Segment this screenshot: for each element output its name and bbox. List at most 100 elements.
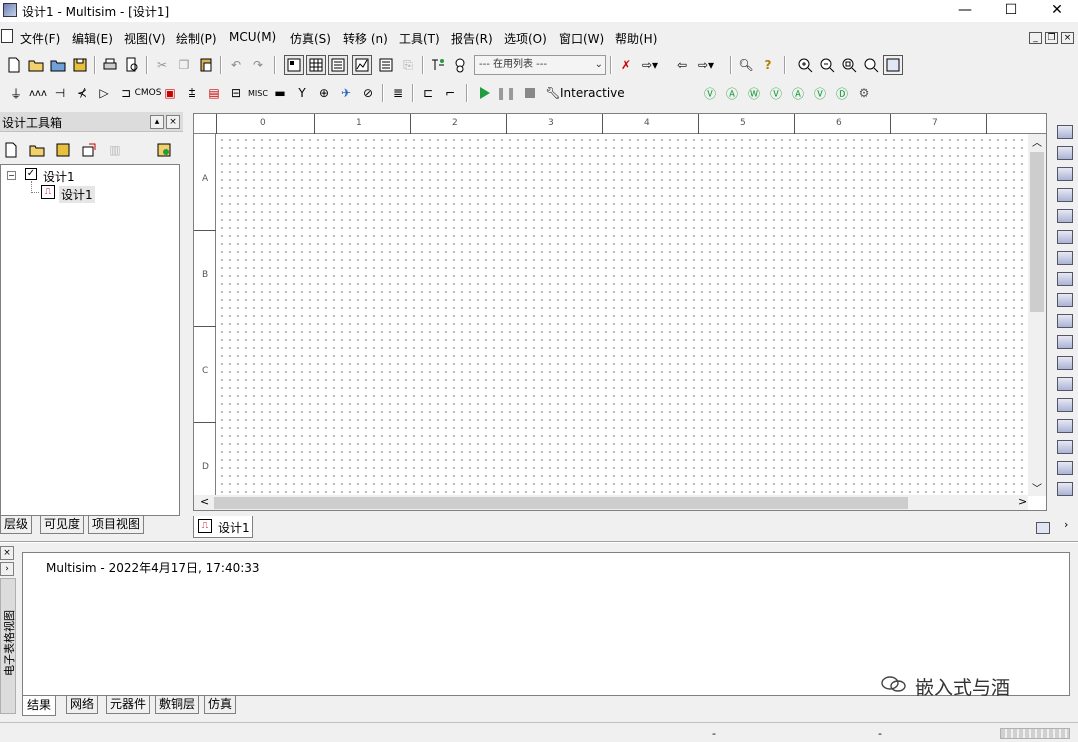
full-screen-icon[interactable] — [883, 55, 903, 75]
instrument-multimeter-icon[interactable] — [1057, 125, 1073, 139]
maximize-button[interactable]: ☐ — [988, 0, 1034, 22]
back-annotate-icon[interactable]: ✗ — [616, 55, 636, 75]
scroll-up-icon[interactable]: ︿ — [1032, 134, 1042, 149]
menu-mcu[interactable]: MCU(M) — [229, 30, 276, 44]
place-misc-icon[interactable]: MISC — [248, 83, 268, 103]
menu-simulate[interactable]: 仿真(S) — [290, 30, 331, 47]
place-diode-icon[interactable]: ⊣ — [50, 83, 70, 103]
menu-place[interactable]: 绘制(P) — [176, 30, 217, 47]
tab-simulation[interactable]: 仿真 — [204, 696, 237, 714]
place-bus-icon[interactable]: ⌐ — [440, 83, 460, 103]
copy-icon[interactable]: ❐ — [174, 55, 194, 75]
place-mixed-icon[interactable]: ⩲ — [182, 83, 202, 103]
spreadsheet-close-icon[interactable]: × — [0, 546, 14, 560]
grapher-icon[interactable] — [352, 55, 372, 75]
mdi-minimize-icon[interactable]: _ — [1029, 32, 1042, 44]
tab-nets[interactable]: 网络 — [66, 696, 99, 714]
interactive-mode-label[interactable]: Interactive — [560, 86, 625, 100]
tab-visibility[interactable]: 可见度 — [40, 516, 85, 534]
transfer-back-icon[interactable]: ⇦ — [672, 55, 692, 75]
place-transistor-icon[interactable]: ⊀ — [72, 83, 92, 103]
place-misc-digital-icon[interactable]: ▣ — [160, 83, 180, 103]
pause-simulation-icon[interactable]: ❚❚ — [496, 83, 516, 103]
menu-transfer[interactable]: 转移 (n) — [343, 30, 388, 47]
place-cmos-icon[interactable]: CMOS — [135, 83, 162, 103]
instrument-logic-analyzer-icon[interactable] — [1057, 314, 1073, 328]
in-use-list-dropdown[interactable]: --- 在用列表 --- ⌄ — [474, 55, 606, 75]
menu-tools[interactable]: 工具(T) — [399, 30, 440, 47]
probe-reference-icon[interactable]: Ⓥ — [810, 83, 830, 103]
menu-edit[interactable]: 编辑(E) — [72, 30, 113, 47]
redo-icon[interactable]: ↷ — [248, 55, 268, 75]
export-design-icon[interactable] — [79, 140, 99, 160]
save-design-icon[interactable] — [53, 140, 73, 160]
find-icon[interactable]: 🔍︎ — [736, 55, 756, 75]
horizontal-scrollbar[interactable]: < > — [194, 495, 1028, 510]
spreadsheet-float-icon[interactable]: › — [0, 562, 14, 576]
probe-current-icon[interactable]: Ⓐ — [722, 83, 742, 103]
minimize-button[interactable]: — — [942, 0, 988, 22]
delete-design-icon[interactable]: ▥ — [105, 140, 125, 160]
instrument-word-generator-icon[interactable] — [1057, 272, 1073, 286]
instrument-agilent-multimeter-icon[interactable] — [1057, 440, 1073, 454]
cut-icon[interactable]: ✂ — [152, 55, 172, 75]
tab-hierarchy[interactable]: 层级 — [0, 516, 33, 534]
save-icon[interactable] — [70, 55, 90, 75]
place-mcu-icon[interactable]: ≣ — [388, 83, 408, 103]
instrument-function-generator-icon[interactable] — [1057, 146, 1073, 160]
place-basic-icon[interactable]: ʌʌʌ — [28, 83, 48, 103]
spreadsheet-view-icon[interactable] — [306, 55, 326, 75]
instrument-distortion-analyzer-icon[interactable] — [1057, 356, 1073, 370]
tab-components[interactable]: 元器件 — [106, 696, 151, 714]
place-power-icon[interactable]: ⊟ — [226, 83, 246, 103]
instrument-frequency-counter-icon[interactable] — [1057, 251, 1073, 265]
menu-reports[interactable]: 报告(R) — [451, 30, 493, 47]
probe-differential-voltage-icon[interactable]: Ⓥ — [766, 83, 786, 103]
place-analog-icon[interactable]: ▷ — [94, 83, 114, 103]
mdi-restore-icon[interactable]: ❐ — [1045, 32, 1058, 44]
place-rf-icon[interactable]: Y — [292, 83, 312, 103]
design-toolbox-toggle-icon[interactable] — [284, 55, 304, 75]
probe-voltage-current-icon[interactable]: Ⓐ — [788, 83, 808, 103]
instrument-bode-plotter-icon[interactable] — [1057, 230, 1073, 244]
probe-voltage-icon[interactable]: Ⓥ — [700, 83, 720, 103]
zoom-out-icon[interactable] — [817, 55, 837, 75]
doc-tab-design1[interactable]: ⎍ 设计1 — [193, 516, 253, 538]
scroll-right-icon[interactable]: > — [1018, 495, 1027, 508]
tab-results[interactable]: 结果 — [22, 696, 57, 716]
zoom-area-icon[interactable] — [839, 55, 859, 75]
results-panel[interactable]: Multisim - 2022年4月17日, 17:40:33 嵌入式与酒 — [22, 552, 1070, 699]
postprocessor-icon[interactable] — [376, 55, 396, 75]
instrument-wattmeter-icon[interactable] — [1057, 167, 1073, 181]
new-design-icon[interactable] — [1, 140, 21, 160]
component-wizard-icon[interactable]: ⎘ — [398, 55, 418, 75]
place-connector-icon[interactable]: ⊘ — [358, 83, 378, 103]
toolbox-settings-icon[interactable] — [154, 140, 174, 160]
electrical-rules-check-icon[interactable] — [428, 55, 448, 75]
instrument-iv-analyzer-icon[interactable] — [1057, 335, 1073, 349]
open-design-icon[interactable] — [27, 140, 47, 160]
scroll-left-icon[interactable]: < — [200, 495, 209, 508]
menu-options[interactable]: 选项(O) — [504, 30, 547, 47]
close-button[interactable]: ✕ — [1034, 0, 1078, 22]
stop-simulation-icon[interactable] — [520, 83, 540, 103]
panel-scroll-arrow-icon[interactable]: › — [1064, 518, 1068, 531]
instrument-logic-converter-icon[interactable] — [1057, 293, 1073, 307]
mdi-close-icon[interactable]: × — [1061, 32, 1074, 44]
place-ni-component-icon[interactable]: ✈ — [336, 83, 356, 103]
probe-power-icon[interactable]: Ⓦ — [744, 83, 764, 103]
panel-close-icon[interactable]: × — [166, 115, 180, 129]
probe-settings-icon[interactable]: ⚙ — [854, 83, 874, 103]
new-file-icon[interactable] — [4, 55, 24, 75]
horizontal-scroll-thumb[interactable] — [214, 497, 908, 509]
place-advanced-peripherals-icon[interactable]: ▬ — [270, 83, 290, 103]
component-list-icon[interactable] — [450, 55, 470, 75]
vertical-scroll-thumb[interactable] — [1030, 152, 1044, 312]
instrument-agilent-generator-icon[interactable] — [1057, 419, 1073, 433]
schematic-canvas[interactable]: 0 1 2 3 4 5 6 7 A B C D ︿ ﹀ < > — [193, 113, 1047, 511]
instrument-4ch-oscilloscope-icon[interactable] — [1057, 209, 1073, 223]
menu-file[interactable]: 文件(F) — [20, 30, 60, 47]
tile-windows-icon[interactable] — [1036, 522, 1050, 534]
vertical-scrollbar[interactable]: ︿ ﹀ — [1028, 134, 1046, 496]
print-icon[interactable] — [100, 55, 120, 75]
